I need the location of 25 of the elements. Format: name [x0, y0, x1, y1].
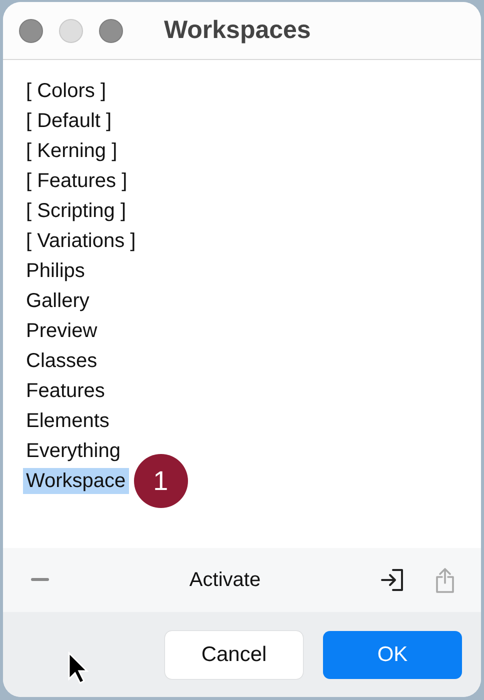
activate-button[interactable]: Activate	[183, 568, 267, 592]
window-title: Workspaces	[164, 16, 311, 45]
workspace-item[interactable]: [ Features ]	[23, 168, 130, 194]
workspace-item[interactable]: Features	[23, 378, 108, 404]
remove-icon[interactable]	[31, 578, 49, 582]
cursor-icon	[67, 650, 89, 684]
cancel-button[interactable]: Cancel	[165, 630, 303, 678]
workspace-item[interactable]: Preview	[23, 318, 100, 344]
close-button[interactable]	[19, 18, 43, 42]
import-icon[interactable]	[381, 569, 405, 591]
workspace-item[interactable]: [ Variations ]	[23, 228, 139, 254]
workspace-item[interactable]: [ Scripting ]	[23, 198, 130, 224]
workspace-item[interactable]: [ Kerning ]	[23, 138, 120, 164]
workspace-item[interactable]: Everything	[23, 438, 124, 464]
workspace-item[interactable]: Elements	[23, 408, 112, 434]
workspace-item[interactable]: Gallery	[23, 288, 92, 314]
share-icon[interactable]	[435, 567, 455, 593]
workspace-item[interactable]: [ Colors ]	[23, 78, 110, 104]
workspace-item[interactable]: Classes	[23, 348, 100, 374]
workspace-item[interactable]: [ Default ]	[23, 108, 115, 134]
zoom-button[interactable]	[99, 18, 123, 42]
ok-button[interactable]: OK	[323, 630, 462, 678]
workspace-item[interactable]: Philips	[23, 258, 88, 284]
workspace-item[interactable]: Workspace	[23, 468, 129, 494]
callout-badge: 1	[134, 454, 188, 508]
